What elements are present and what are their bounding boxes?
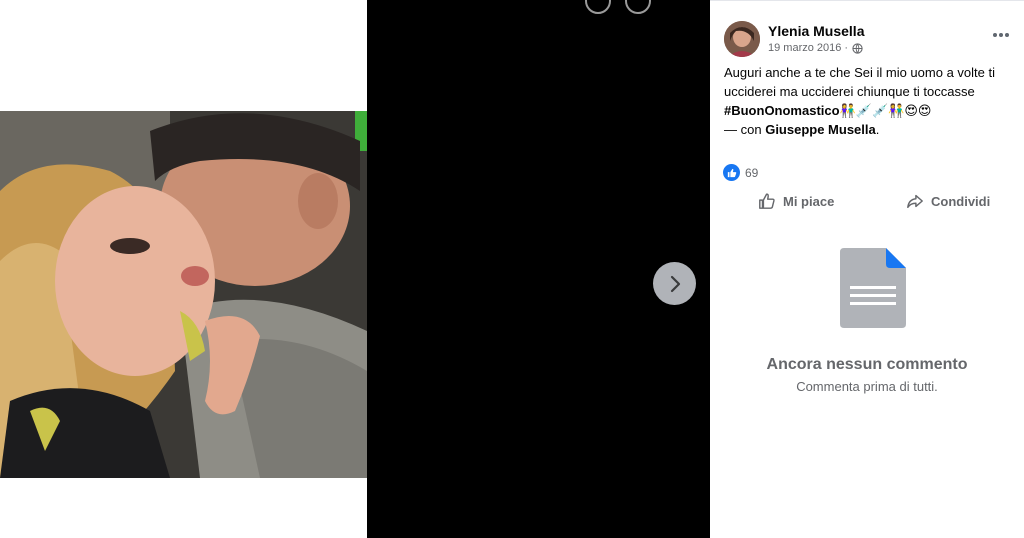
like-button[interactable]: Mi piace	[758, 190, 834, 212]
no-comments-subtitle: Commenta prima di tutti.	[796, 379, 938, 394]
next-photo-button[interactable]	[653, 262, 696, 305]
hashtag-link[interactable]: #BuonOnomastico	[724, 103, 840, 118]
viewer-control-circle[interactable]	[585, 0, 611, 14]
chevron-right-icon	[670, 275, 680, 292]
post-author[interactable]: Ylenia Musella	[768, 23, 864, 39]
like-label: Mi piace	[783, 193, 835, 209]
viewer-control-circle[interactable]	[625, 0, 651, 14]
post-meta: 19 marzo 2016 ·	[768, 42, 863, 54]
photo-illustration	[0, 111, 367, 478]
avatar-image	[724, 21, 760, 57]
more-options-button[interactable]	[992, 27, 1010, 38]
photo-area	[0, 0, 367, 538]
post-panel: Ylenia Musella 19 marzo 2016 · Auguri an…	[710, 0, 1024, 538]
tagged-prefix: — con	[724, 122, 762, 137]
more-dots-icon	[993, 33, 1009, 37]
photo-viewer	[367, 0, 710, 538]
post-emojis: 👫💉💉👫😍😍	[839, 103, 932, 118]
post-date[interactable]: 19 marzo 2016 ·	[768, 42, 848, 54]
post-body: Auguri anche a te che Sei il mio uomo a …	[724, 65, 995, 99]
reaction-summary[interactable]: 69	[723, 164, 758, 181]
tagged-suffix: .	[875, 122, 880, 137]
no-comments-title: Ancora nessun commento	[766, 356, 968, 373]
avatar[interactable]	[724, 21, 760, 57]
globe-icon	[852, 42, 863, 54]
share-button[interactable]: Condividi	[906, 190, 990, 212]
like-icon	[723, 164, 740, 181]
share-icon	[907, 194, 923, 209]
post-text: Auguri anche a te che Sei il mio uomo a …	[724, 63, 1020, 120]
tagged-line: — con Giuseppe Musella.	[724, 122, 879, 137]
reaction-count: 69	[745, 165, 759, 180]
share-label: Condividi	[931, 193, 991, 209]
document-icon	[840, 248, 906, 333]
post-photo[interactable]	[0, 111, 367, 478]
thumbs-up-icon	[759, 193, 775, 209]
tagged-person-link[interactable]: Giuseppe Musella	[765, 122, 876, 137]
